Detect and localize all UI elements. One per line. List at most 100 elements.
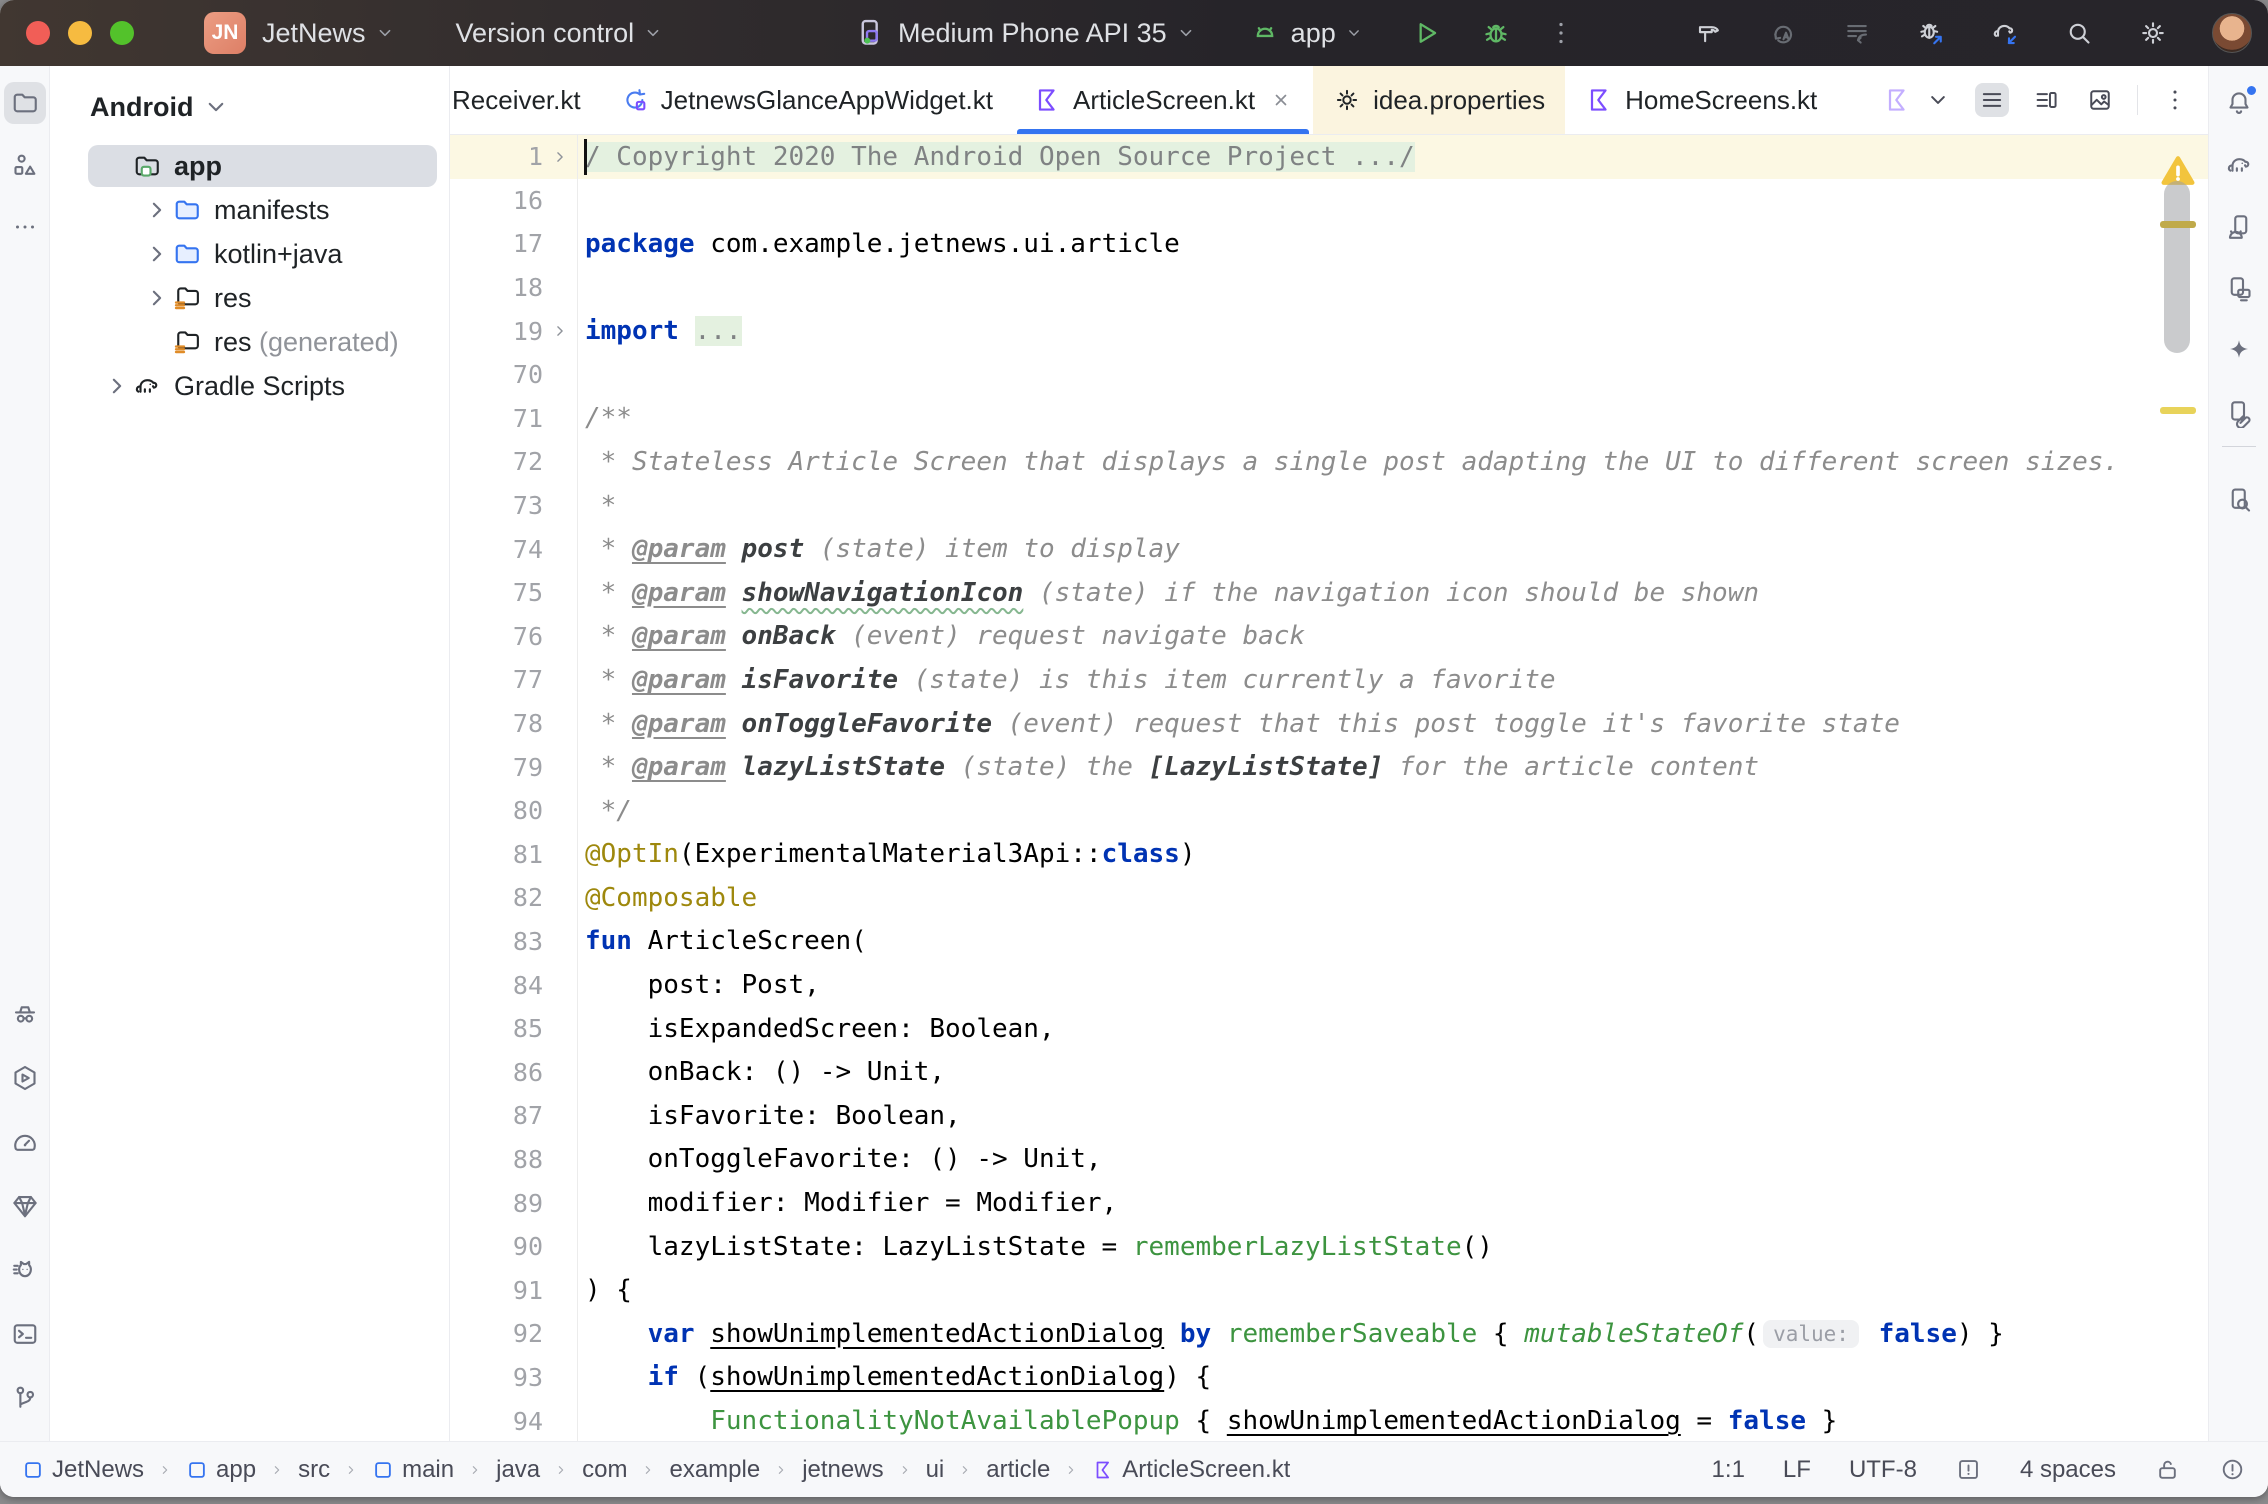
- project-view-selector[interactable]: Android: [90, 92, 193, 123]
- breadcrumb-item-main[interactable]: main: [372, 1456, 454, 1484]
- gradle-sync-button[interactable]: [1990, 18, 2020, 48]
- gutter-row[interactable]: 74: [450, 527, 577, 571]
- build-button[interactable]: [1694, 18, 1724, 48]
- running-devices-icon[interactable]: [2218, 268, 2260, 310]
- encoding-widget[interactable]: UTF-8: [1849, 1456, 1917, 1484]
- more-icon[interactable]: [4, 206, 46, 248]
- device-explorer-icon[interactable]: [2218, 392, 2260, 434]
- chevron-down-icon[interactable]: [374, 22, 396, 44]
- gutter-row[interactable]: 16: [450, 179, 577, 223]
- traffic-light-zoom[interactable]: [110, 21, 134, 45]
- tree-expand-icon[interactable]: [142, 195, 172, 225]
- code-line[interactable]: * @param onToggleFavorite (event) reques…: [578, 702, 2208, 746]
- code-line[interactable]: @Composable: [578, 876, 2208, 920]
- gutter-row[interactable]: 82: [450, 876, 577, 920]
- debug-button[interactable]: [1480, 17, 1512, 49]
- code-line[interactable]: * @param post (state) item to display: [578, 527, 2208, 571]
- line-number[interactable]: 1: [528, 142, 543, 171]
- run-configuration[interactable]: app: [1291, 18, 1336, 49]
- line-number[interactable]: 87: [513, 1101, 543, 1130]
- gutter-row[interactable]: 87: [450, 1094, 577, 1138]
- code-line[interactable]: * @param isFavorite (state) is this item…: [578, 658, 2208, 702]
- breadcrumb-item-java[interactable]: java: [496, 1456, 540, 1484]
- problems-icon[interactable]: [2219, 1456, 2246, 1483]
- tree-item-kotlin-java[interactable]: kotlin+java: [50, 232, 449, 276]
- tree-item-gradle-scripts[interactable]: Gradle Scripts: [50, 364, 449, 408]
- run-button[interactable]: [1410, 17, 1442, 49]
- line-number[interactable]: 90: [513, 1232, 543, 1261]
- logcat-icon[interactable]: [4, 1249, 46, 1291]
- more-actions-button[interactable]: [1546, 18, 1576, 48]
- editor-options-kebab[interactable]: [2158, 83, 2192, 117]
- line-number[interactable]: 88: [513, 1145, 543, 1174]
- code-line[interactable]: * @param showNavigationIcon (state) if t…: [578, 571, 2208, 615]
- tab-idea-properties[interactable]: idea.properties: [1313, 66, 1565, 134]
- tab-homescreens-kt[interactable]: HomeScreens.kt: [1565, 66, 1837, 134]
- gutter-row[interactable]: 77: [450, 658, 577, 702]
- line-number[interactable]: 79: [513, 753, 543, 782]
- gradle-icon[interactable]: [2218, 144, 2260, 186]
- code-line[interactable]: ) {: [578, 1268, 2208, 1312]
- tree-item-manifests[interactable]: manifests: [50, 188, 449, 232]
- line-number[interactable]: 74: [513, 535, 543, 564]
- fold-expand-icon[interactable]: [543, 135, 577, 179]
- gutter-row[interactable]: 81: [450, 833, 577, 877]
- project-icon[interactable]: [4, 82, 46, 124]
- line-number[interactable]: 82: [513, 883, 543, 912]
- lock-icon[interactable]: [2154, 1456, 2181, 1483]
- gutter-row[interactable]: 90: [450, 1225, 577, 1269]
- breadcrumb-item-app[interactable]: app: [186, 1456, 256, 1484]
- app-inspection-icon[interactable]: [2218, 479, 2260, 521]
- tab-articlescreen-kt[interactable]: ArticleScreen.kt: [1013, 66, 1313, 134]
- breadcrumb-item-article[interactable]: article: [986, 1456, 1050, 1484]
- version-control-icon[interactable]: [4, 1377, 46, 1419]
- code-line[interactable]: [578, 353, 2208, 397]
- gutter-row[interactable]: 84: [450, 963, 577, 1007]
- apply-changes-button[interactable]: [1768, 18, 1798, 48]
- code-area[interactable]: / Copyright 2020 The Android Open Source…: [578, 135, 2208, 1441]
- code-line[interactable]: post: Post,: [578, 963, 2208, 1007]
- line-number[interactable]: 77: [513, 665, 543, 694]
- code-line[interactable]: modifier: Modifier = Modifier,: [578, 1181, 2208, 1225]
- line-number[interactable]: 86: [513, 1058, 543, 1087]
- hidden-tabs-dropdown[interactable]: [1921, 83, 1955, 117]
- line-number[interactable]: 94: [513, 1407, 543, 1436]
- traffic-light-minimize[interactable]: [68, 21, 92, 45]
- code-line[interactable]: * Stateless Article Screen that displays…: [578, 440, 2208, 484]
- chevron-down-icon[interactable]: [1175, 22, 1197, 44]
- editor-view-mode-split[interactable]: [2029, 83, 2063, 117]
- gutter-row[interactable]: 73: [450, 484, 577, 528]
- structure-icon[interactable]: [4, 144, 46, 186]
- gutter-row[interactable]: 72: [450, 440, 577, 484]
- code-line[interactable]: [578, 179, 2208, 223]
- notifications-icon[interactable]: [2218, 82, 2260, 124]
- gutter-row[interactable]: 18: [450, 266, 577, 310]
- line-number[interactable]: 18: [513, 273, 543, 302]
- gutter-row[interactable]: 89: [450, 1181, 577, 1225]
- app-quality-insights-icon[interactable]: [4, 1185, 46, 1227]
- line-number[interactable]: 89: [513, 1189, 543, 1218]
- line-number[interactable]: 76: [513, 622, 543, 651]
- chevron-down-icon[interactable]: [642, 22, 664, 44]
- line-number[interactable]: 83: [513, 927, 543, 956]
- code-line[interactable]: lazyListState: LazyListState = rememberL…: [578, 1225, 2208, 1269]
- line-number[interactable]: 80: [513, 796, 543, 825]
- line-number[interactable]: 93: [513, 1363, 543, 1392]
- line-separator-widget[interactable]: LF: [1783, 1456, 1811, 1484]
- code-editor[interactable]: 1 16 17 18 19 70 71 72 73 74 75 76 77 78…: [450, 135, 2208, 1441]
- code-line[interactable]: isExpandedScreen: Boolean,: [578, 1007, 2208, 1051]
- code-line[interactable]: fun ArticleScreen(: [578, 920, 2208, 964]
- line-number[interactable]: 19: [513, 317, 543, 346]
- profiler-icon[interactable]: [4, 1057, 46, 1099]
- line-number[interactable]: 73: [513, 491, 543, 520]
- incognito-icon[interactable]: [4, 993, 46, 1035]
- line-number[interactable]: 85: [513, 1014, 543, 1043]
- close-icon[interactable]: [1269, 88, 1293, 112]
- breadcrumb-item-src[interactable]: src: [298, 1456, 330, 1484]
- tree-expand-icon[interactable]: [142, 239, 172, 269]
- breadcrumb-item-jetnews[interactable]: jetnews: [802, 1456, 883, 1484]
- tree-item-app[interactable]: app: [50, 144, 449, 188]
- editor-view-mode-code[interactable]: [1975, 83, 2009, 117]
- device-selector[interactable]: Medium Phone API 35: [898, 18, 1167, 49]
- breadcrumb-item-ui[interactable]: ui: [926, 1456, 945, 1484]
